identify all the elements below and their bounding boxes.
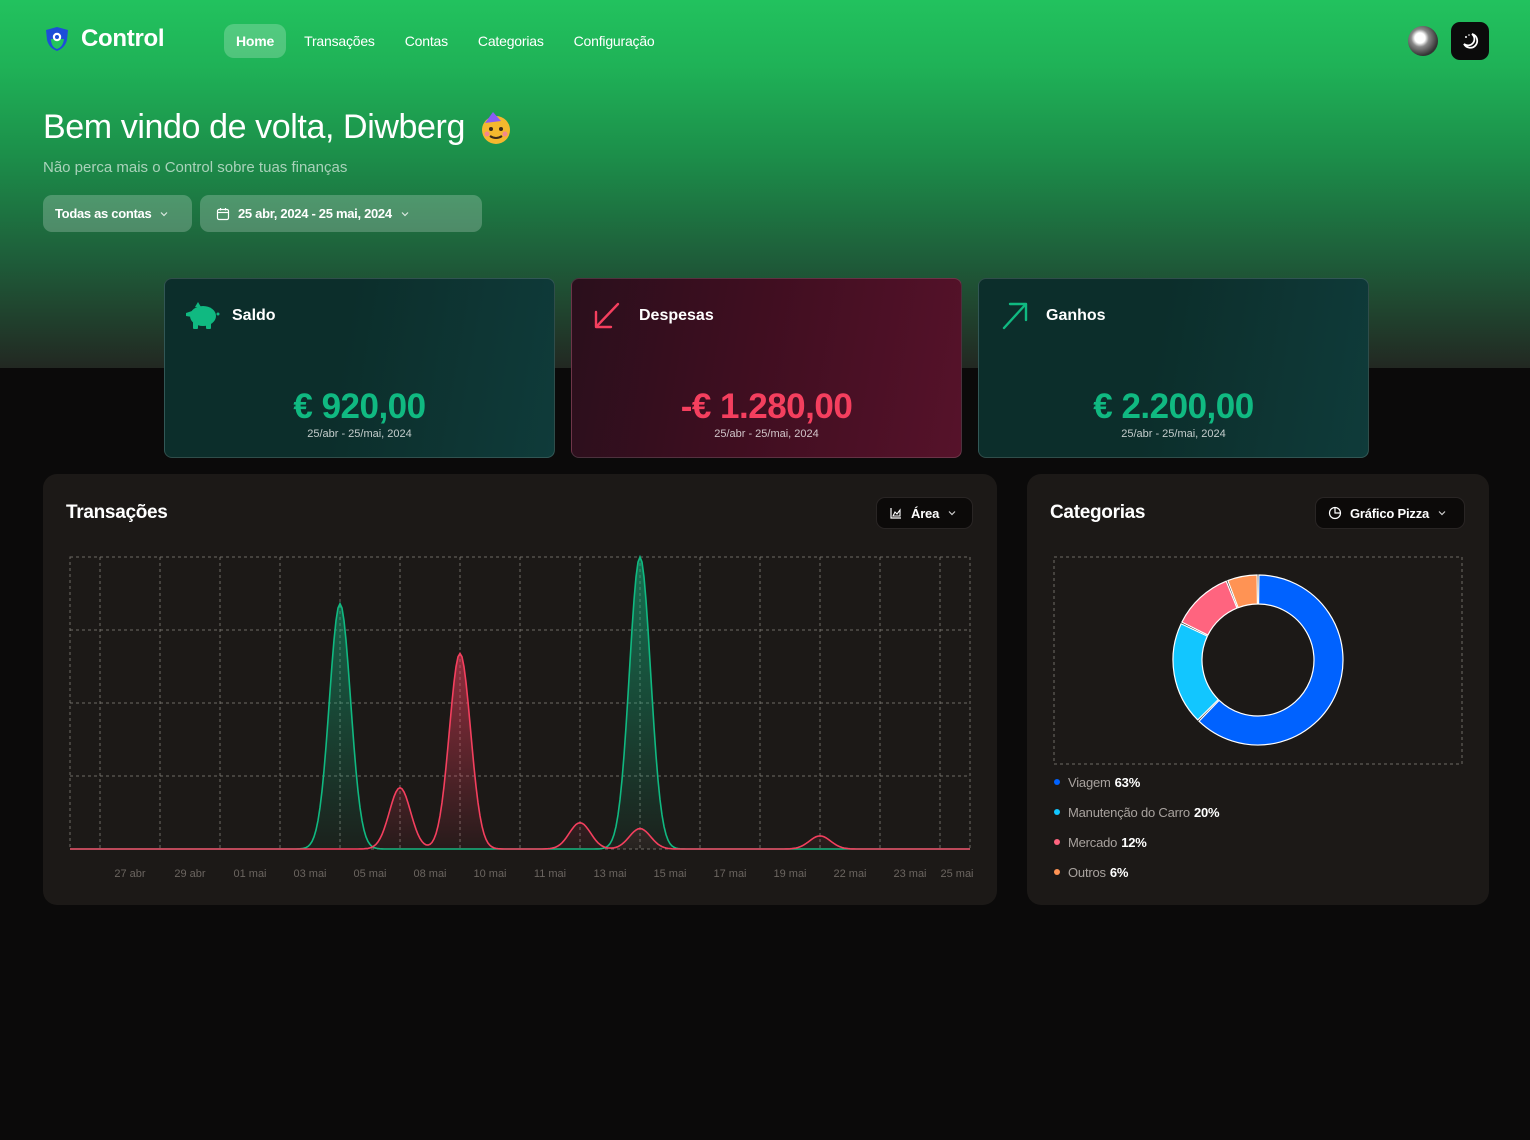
legend-pct: 20% — [1193, 804, 1220, 820]
legend-item: Manutenção do Carro 20% — [1054, 797, 1220, 827]
logo-icon — [46, 27, 68, 51]
balance-range: 25/abr - 25/mai, 2024 — [307, 428, 412, 440]
x-tick-label: 08 mai — [413, 868, 446, 880]
top-bar: Control Home Transações Contas Categoria… — [43, 22, 1489, 60]
area-chart-icon — [890, 508, 901, 519]
transactions-title: Transações — [66, 502, 168, 523]
x-tick-label: 29 abr — [174, 868, 206, 880]
income-value: € 2.200,00 — [1093, 387, 1254, 426]
legend-pct: 6% — [1109, 864, 1129, 880]
transactions-panel: 27 abr 29 abr 01 mai 03 mai 05 mai 08 mai 10 m… — [43, 474, 997, 905]
x-tick-label: 05 mai — [353, 868, 386, 880]
chart-grid — [69, 556, 971, 850]
nav-transacoes[interactable]: Transações — [292, 24, 387, 58]
chart-type-select[interactable]: Área — [876, 497, 973, 529]
pie-slice-mercado[interactable] — [1181, 580, 1238, 636]
chevron-down-icon — [1438, 511, 1446, 516]
chevron-down-icon — [160, 211, 168, 216]
x-tick-label: 10 mai — [473, 868, 506, 880]
legend-name: Viagem — [1068, 774, 1111, 790]
x-tick-label: 19 mai — [773, 868, 806, 880]
welcome-subtitle: Não perca mais o Control sobre tuas fina… — [43, 159, 348, 176]
legend-dot — [1054, 869, 1060, 875]
theme-toggle-button[interactable] — [1451, 22, 1489, 60]
account-filter-select[interactable]: Todas as contas — [43, 195, 192, 232]
income-title: Ganhos — [1046, 307, 1106, 324]
user-avatar[interactable] — [1408, 26, 1438, 56]
piggy-bank-icon — [186, 302, 220, 329]
nav-configuracao[interactable]: Configuração — [562, 24, 667, 58]
legend-dot — [1054, 809, 1060, 815]
legend-dot — [1054, 839, 1060, 845]
legend-item: Mercado 12% — [1054, 827, 1219, 857]
categories-panel: Categorias Gráfico Pizza Viagem 63% Manu… — [1027, 474, 1489, 905]
nav-categorias[interactable]: Categorias — [466, 24, 556, 58]
app-name: Control — [81, 25, 165, 52]
pie-slice-manutenção-do-carro[interactable] — [1172, 622, 1220, 721]
categories-title: Categorias — [1050, 502, 1146, 523]
chevron-down-icon — [948, 511, 956, 516]
expenses-range: 25/abr - 25/mai, 2024 — [714, 428, 819, 440]
income-card: Ganhos € 2.200,00 25/abr - 25/mai, 2024 — [978, 278, 1369, 458]
nav-contas[interactable]: Contas — [393, 24, 460, 58]
legend-item: Outros 6% — [1054, 857, 1219, 887]
x-tick-label: 01 mai — [233, 868, 266, 880]
chevron-down-icon — [401, 211, 409, 216]
expenses-card: Despesas -€ 1.280,00 25/abr - 25/mai, 20… — [571, 278, 962, 458]
expenses-value: -€ 1.280,00 — [680, 387, 853, 426]
calendar-icon — [216, 207, 230, 220]
expenses-title: Despesas — [639, 307, 714, 324]
legend-pct: 63% — [1114, 774, 1141, 790]
pie-type-select[interactable]: Gráfico Pizza — [1315, 497, 1465, 529]
logo[interactable]: Control — [43, 25, 165, 53]
date-range-picker[interactable]: 25 abr, 2024 - 25 mai, 2024 — [200, 195, 482, 232]
chart-type-label: Área — [911, 505, 940, 521]
x-tick-label: 15 mai — [653, 868, 686, 880]
x-tick-label: 03 mai — [293, 868, 326, 880]
transactions-area-chart: 27 abr 29 abr 01 mai 03 mai 05 mai 08 mai 10 m… — [69, 554, 974, 880]
x-tick-label: 27 abr — [114, 868, 146, 880]
balance-title: Saldo — [232, 307, 276, 324]
main-nav: Home Transações Contas Categorias Config… — [224, 24, 667, 58]
arrow-down-left-icon — [594, 302, 620, 329]
x-tick-label: 11 mai — [534, 868, 566, 880]
x-tick-label: 17 mai — [713, 868, 746, 880]
arrow-up-right-icon — [1002, 302, 1028, 330]
pie-type-label: Gráfico Pizza — [1350, 505, 1430, 521]
legend-item: Viagem 63% — [1054, 767, 1219, 797]
date-range-label: 25 abr, 2024 - 25 mai, 2024 — [238, 206, 392, 221]
welcome-text: Bem vindo de volta, Diwberg — [43, 108, 465, 146]
x-tick-label: 22 mai — [833, 868, 866, 880]
nav-home[interactable]: Home — [224, 24, 287, 58]
legend-name: Mercado — [1068, 834, 1118, 850]
party-face-icon — [481, 111, 510, 144]
x-tick-label: 13 mai — [593, 868, 626, 880]
categories-legend: Viagem 63% Manutenção do Carro 20% Merca… — [1054, 767, 1220, 887]
x-tick-label: 25 mai — [940, 868, 973, 880]
moon-icon — [1463, 33, 1479, 49]
legend-name: Manutenção do Carro — [1068, 804, 1190, 820]
account-filter-label: Todas as contas — [55, 206, 152, 221]
x-tick-label: 23 mai — [893, 868, 926, 880]
pie-chart-icon — [1328, 506, 1342, 520]
balance-value: € 920,00 — [293, 387, 426, 426]
legend-name: Outros — [1068, 864, 1106, 880]
welcome-heading: Bem vindo de volta, Diwberg — [43, 108, 513, 147]
income-range: 25/abr - 25/mai, 2024 — [1121, 428, 1226, 440]
balance-card: Saldo € 920,00 25/abr - 25/mai, 2024 — [164, 278, 555, 458]
legend-dot — [1054, 779, 1060, 785]
legend-pct: 12% — [1121, 834, 1147, 850]
